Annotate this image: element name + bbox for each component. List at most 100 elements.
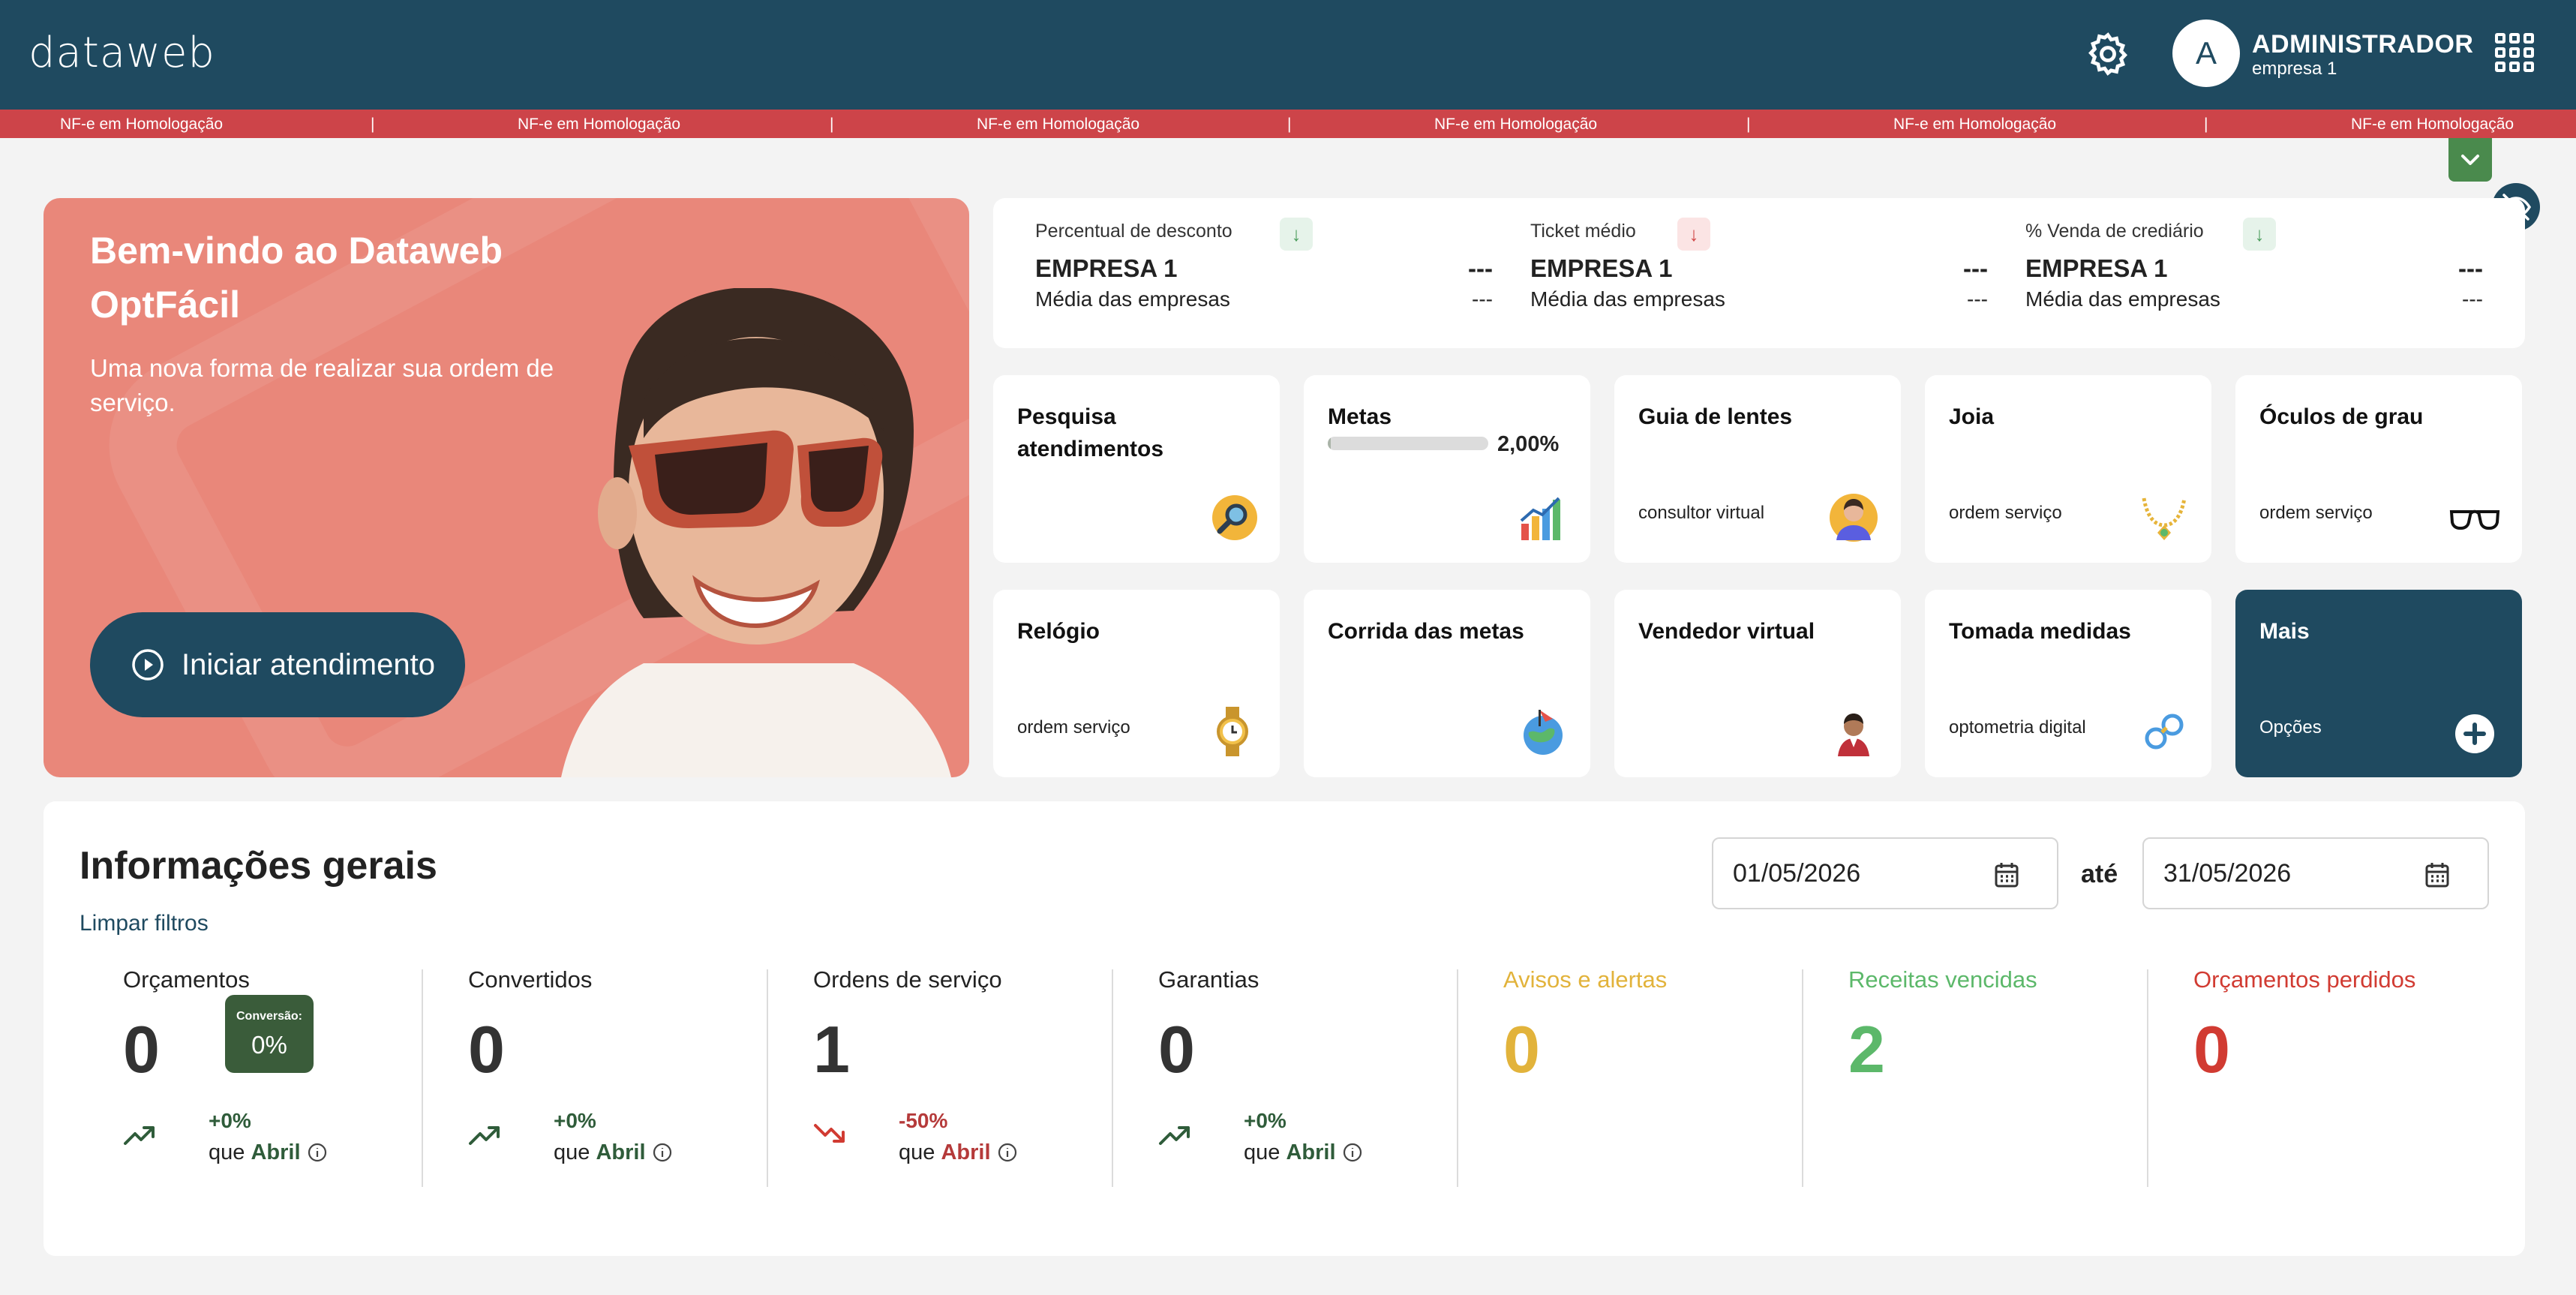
tile-tomada-medidas[interactable]: Tomada medidas optometria digital <box>1925 590 2211 777</box>
stat-divider <box>1112 969 1113 1187</box>
kpi-average-value: --- <box>1967 287 1988 311</box>
kpi-company-value: --- <box>1963 254 1988 282</box>
trend-up-icon <box>1159 1126 1190 1145</box>
apps-grid-icon[interactable] <box>2495 33 2534 72</box>
date-from-value: 01/05/2026 <box>1733 858 1861 888</box>
stat-value: 2 <box>1848 1012 1885 1086</box>
tile-metas[interactable]: Metas 2,00% <box>1304 375 1590 563</box>
info-icon[interactable] <box>652 1142 673 1163</box>
stat-label: Ordens de serviço <box>813 966 1002 993</box>
avatar[interactable]: A <box>2172 20 2240 87</box>
tile-title: Relógio <box>1017 619 1100 644</box>
strip-item: NF-e em Homologação <box>1434 116 1598 133</box>
kpi-label: Percentual de desconto <box>1035 221 1232 242</box>
info-icon[interactable] <box>307 1142 328 1163</box>
date-to-input[interactable]: 31/05/2026 <box>2142 837 2489 909</box>
kpi-average-label: Média das empresas <box>1530 287 1725 311</box>
general-info-panel: Informações gerais Limpar filtros 01/05/… <box>44 801 2525 1256</box>
collapse-strip-button[interactable] <box>2448 138 2492 182</box>
tile-corrida-das-metas[interactable]: Corrida das metas <box>1304 590 1590 777</box>
date-from-input[interactable]: 01/05/2026 <box>1712 837 2058 909</box>
strip-separator: | <box>830 116 834 133</box>
date-range-separator: até <box>2081 860 2118 888</box>
tile-title: Óculos de grau <box>2259 404 2424 429</box>
kpi-company-value: --- <box>2458 254 2483 282</box>
strip-separator: | <box>1287 116 1292 133</box>
stat-receitas-vencidas[interactable]: Receitas vencidas 2 <box>1814 966 2159 1191</box>
trend-down-icon <box>814 1124 845 1143</box>
kpi-average-label: Média das empresas <box>2025 287 2220 311</box>
tile-vendedor-virtual[interactable]: Vendedor virtual <box>1614 590 1901 777</box>
stat-orcamentos[interactable]: Orçamentos 0 Conversão: 0% +0% que Abril <box>89 966 434 1191</box>
plus-circle-icon <box>2455 714 2494 753</box>
stat-garantias[interactable]: Garantias 0 +0% que Abril <box>1124 966 1469 1191</box>
tile-relogio[interactable]: Relógio ordem serviço <box>993 590 1280 777</box>
stat-value: 0 <box>123 1012 160 1086</box>
stat-convertidos[interactable]: Convertidos 0 +0% que Abril <box>434 966 779 1191</box>
tile-subtitle: ordem serviço <box>1017 717 1130 738</box>
stat-divider <box>1457 969 1458 1187</box>
stat-orcamentos-perdidos[interactable]: Orçamentos perdidos 0 <box>2159 966 2504 1191</box>
stat-compare-month: Abril <box>596 1140 646 1164</box>
necklace-icon <box>2142 497 2187 540</box>
tile-mais[interactable]: Mais Opções <box>2235 590 2522 777</box>
kpi-company-value: --- <box>1468 254 1493 282</box>
stat-divider <box>422 969 423 1187</box>
stat-value: 0 <box>468 1012 505 1086</box>
tile-subtitle: optometria digital <box>1949 717 2086 738</box>
trend-up-icon <box>469 1126 500 1145</box>
metas-progress-fill <box>1328 437 1332 450</box>
tile-oculos-de-grau[interactable]: Óculos de grau ordem serviço <box>2235 375 2522 563</box>
stat-change: +0% <box>209 1109 251 1132</box>
stat-label: Orçamentos <box>123 966 250 993</box>
calendar-icon[interactable] <box>2424 861 2450 888</box>
kpi-discount: Percentual de desconto ↓ EMPRESA 1 --- Mé… <box>1035 218 1493 320</box>
stat-value: 1 <box>813 1012 850 1086</box>
info-icon[interactable] <box>1342 1142 1363 1163</box>
dataweb-logo[interactable]: dataweb <box>29 29 215 77</box>
virtual-consultant-icon <box>1830 494 1878 542</box>
tile-joia[interactable]: Joia ordem serviço <box>1925 375 2211 563</box>
trend-up-icon <box>124 1126 155 1145</box>
metas-progress-value: 2,00% <box>1497 432 1560 456</box>
tile-title: Vendedor virtual <box>1638 619 1815 644</box>
stat-label: Receitas vencidas <box>1848 966 2037 993</box>
kpi-average-label: Média das empresas <box>1035 287 1230 311</box>
arrow-down-icon: ↓ <box>1280 218 1313 251</box>
stat-compare-month: Abril <box>251 1140 301 1164</box>
welcome-banner: Bem-vindo ao Dataweb OptFácil Uma nova f… <box>44 198 969 777</box>
strip-separator: | <box>371 116 375 133</box>
stat-value: 0 <box>1503 1012 1540 1086</box>
gear-icon[interactable] <box>2084 30 2132 78</box>
tile-title: Tomada medidas <box>1949 619 2131 644</box>
stat-change: -50% <box>899 1109 948 1132</box>
kpi-panel: Percentual de desconto ↓ EMPRESA 1 --- Mé… <box>993 198 2525 348</box>
play-circle-icon <box>132 649 164 681</box>
metas-progress-bar <box>1328 437 1488 450</box>
start-service-button[interactable]: Iniciar atendimento <box>90 612 465 717</box>
kpi-company: EMPRESA 1 <box>1035 254 1178 282</box>
kpi-credit-sales: % Venda de crediário ↓ EMPRESA 1 --- Médi… <box>2025 218 2483 320</box>
strip-item: NF-e em Homologação <box>60 116 224 133</box>
tile-subtitle: consultor virtual <box>1638 503 1765 523</box>
arrow-down-icon: ↓ <box>1677 218 1710 251</box>
clear-filters-link[interactable]: Limpar filtros <box>80 911 209 936</box>
tile-subtitle: ordem serviço <box>1949 503 2062 523</box>
bar-chart-icon <box>1520 497 1560 540</box>
calendar-icon[interactable] <box>1994 861 2019 888</box>
stat-label: Garantias <box>1158 966 1259 993</box>
tile-subtitle: Opções <box>2259 717 2322 738</box>
stat-avisos-e-alertas[interactable]: Avisos e alertas 0 <box>1469 966 1814 1191</box>
tile-pesquisa-atendimentos[interactable]: Pesquisa atendimentos <box>993 375 1280 563</box>
welcome-subtitle: Uma nova forma de realizar sua ordem de … <box>90 354 554 416</box>
magnifier-icon <box>1212 495 1257 540</box>
stat-compare-text: que <box>554 1140 590 1164</box>
tile-guia-de-lentes[interactable]: Guia de lentes consultor virtual <box>1614 375 1901 563</box>
user-name[interactable]: ADMINISTRADOR <box>2252 30 2473 59</box>
welcome-title: Bem-vindo ao Dataweb OptFácil <box>90 230 503 326</box>
eyeglasses-icon <box>2449 509 2500 530</box>
stat-value: 0 <box>2193 1012 2230 1086</box>
race-globe-icon <box>1524 710 1563 755</box>
info-icon[interactable] <box>997 1142 1018 1163</box>
stat-ordens-de-servico[interactable]: Ordens de serviço 1 -50% que Abril <box>779 966 1124 1191</box>
